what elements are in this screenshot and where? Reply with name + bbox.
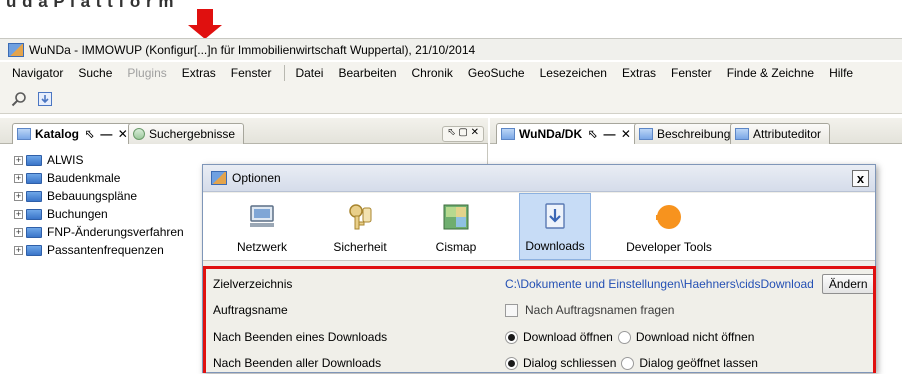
catalog-icon: [17, 128, 31, 140]
map-tab-icon: [501, 128, 515, 140]
menu-suche[interactable]: Suche: [78, 66, 112, 80]
window-titlebar: WuNDa - IMMOWUP (Konfigur[...]n für Immo…: [0, 38, 902, 60]
menu-lesezeichen[interactable]: Lesezeichen: [540, 66, 607, 80]
folder-icon: [26, 154, 42, 166]
category-sicherheit[interactable]: Sicherheit: [321, 193, 399, 260]
category-cismap[interactable]: Cismap: [423, 193, 489, 260]
tab-suchergebnisse[interactable]: Suchergebnisse: [128, 123, 245, 144]
tab-beschreibung-label: Beschreibung: [657, 127, 731, 141]
tab-katalog[interactable]: Katalog ⬁ — ✕: [12, 123, 138, 144]
download-icon: [545, 203, 565, 229]
category-netzwerk-label: Netzwerk: [236, 240, 287, 254]
tree-item[interactable]: + ALWIS: [14, 151, 184, 169]
developer-tools-icon: [656, 205, 681, 229]
menu-finde-zeichne[interactable]: Finde & Zeichne: [727, 66, 814, 80]
options-category-bar: Netzwerk Sicherheit Cismap Downloads Dev…: [203, 193, 875, 261]
annotation-arrow-icon: [188, 25, 222, 39]
menu-extras-navigator[interactable]: Extras: [182, 66, 216, 80]
tab-attributeditor-label: Attributeditor: [753, 127, 822, 141]
tree-item-label: Baudenkmale: [47, 171, 121, 185]
annotation-highlight-box: [203, 266, 876, 373]
category-developer-tools[interactable]: Developer Tools: [617, 193, 721, 260]
tree-item[interactable]: + Passantenfrequenzen: [14, 241, 184, 259]
tree-item[interactable]: + Buchungen: [14, 205, 184, 223]
tab-wunda-dk-controls[interactable]: ⬁ — ✕: [588, 127, 632, 141]
tab-wunda-dk[interactable]: WuNDa/DK ⬁ — ✕: [496, 123, 641, 144]
tab-suchergebnisse-label: Suchergebnisse: [149, 127, 236, 141]
tree-item-label: Buchungen: [47, 207, 108, 221]
menu-plugins[interactable]: Plugins: [127, 66, 166, 80]
tab-wunda-dk-label: WuNDa/DK: [519, 127, 583, 141]
tree-item[interactable]: + Bebauungspläne: [14, 187, 184, 205]
folder-icon: [26, 208, 42, 220]
menu-bearbeiten[interactable]: Bearbeiten: [338, 66, 396, 80]
map-icon: [443, 204, 469, 230]
menu-chronik[interactable]: Chronik: [412, 66, 453, 80]
menu-datei[interactable]: Datei: [295, 66, 323, 80]
description-icon: [639, 128, 653, 140]
left-tabstrip: Katalog ⬁ — ✕ Suchergebnisse ⬁ ▢ ✕: [0, 118, 488, 144]
category-cismap-label: Cismap: [435, 240, 477, 254]
menu-hilfe[interactable]: Hilfe: [829, 66, 853, 80]
right-tabstrip: WuNDa/DK ⬁ — ✕ Beschreibung Attributedit…: [490, 118, 902, 144]
tree-item-label: Bebauungspläne: [47, 189, 138, 203]
category-sicherheit-label: Sicherheit: [333, 240, 387, 254]
tree-item-label: ALWIS: [47, 153, 84, 167]
tab-katalog-controls[interactable]: ⬁ — ✕: [85, 127, 129, 141]
tab-katalog-label: Katalog: [35, 127, 80, 141]
catalog-tree: + ALWIS + Baudenkmale + Bebauungspläne + Buc…: [14, 151, 184, 259]
panel-window-controls[interactable]: ⬁ ▢ ✕: [442, 126, 484, 142]
expand-icon[interactable]: +: [14, 191, 23, 201]
tree-item[interactable]: + Baudenkmale: [14, 169, 184, 187]
menu-fenster[interactable]: Fenster: [671, 66, 712, 80]
category-downloads-label: Downloads: [525, 239, 585, 253]
tree-item[interactable]: + FNP-Änderungsverfahren: [14, 223, 184, 241]
expand-icon[interactable]: +: [14, 173, 23, 183]
tree-item-label: Passantenfrequenzen: [47, 243, 164, 257]
folder-icon: [26, 172, 42, 184]
folder-icon: [26, 226, 42, 238]
category-downloads[interactable]: Downloads: [519, 193, 591, 260]
download-toolbar-icon[interactable]: [36, 90, 54, 108]
folder-icon: [26, 244, 42, 256]
cropped-heading-fragment: u d a P l a t t f o r m: [6, 0, 174, 11]
expand-icon[interactable]: +: [14, 209, 23, 219]
expand-icon[interactable]: +: [14, 227, 23, 237]
app-icon: [8, 42, 24, 57]
dialog-titlebar: Optionen x: [203, 165, 875, 192]
expand-icon[interactable]: +: [14, 245, 23, 255]
tree-item-label: FNP-Änderungsverfahren: [47, 225, 184, 239]
menu-extras[interactable]: Extras: [622, 66, 656, 80]
expand-icon[interactable]: +: [14, 155, 23, 165]
tab-attributeditor[interactable]: Attributeditor: [730, 123, 831, 144]
menu-navigator[interactable]: Navigator: [12, 66, 63, 80]
search-results-icon: [133, 128, 145, 140]
window-title: WuNDa - IMMOWUP (Konfigur[...]n für Immo…: [29, 42, 476, 57]
search-icon[interactable]: [10, 90, 28, 108]
attribute-editor-icon: [735, 128, 749, 140]
dialog-app-icon: [211, 171, 227, 185]
menu-separator: [284, 65, 286, 81]
keys-icon: [349, 204, 372, 230]
folder-icon: [26, 190, 42, 202]
menubar: Navigator Suche Plugins Extras Fenster D…: [0, 62, 902, 84]
network-icon: [250, 205, 274, 227]
toolbar: [0, 84, 902, 114]
menu-fenster-navigator[interactable]: Fenster: [231, 66, 272, 80]
menu-geosuche[interactable]: GeoSuche: [468, 66, 525, 80]
category-netzwerk[interactable]: Netzwerk: [223, 193, 301, 260]
dialog-title: Optionen: [232, 171, 281, 185]
tab-beschreibung[interactable]: Beschreibung: [634, 123, 740, 144]
category-developer-tools-label: Developer Tools: [626, 240, 712, 254]
close-icon[interactable]: x: [852, 170, 869, 187]
